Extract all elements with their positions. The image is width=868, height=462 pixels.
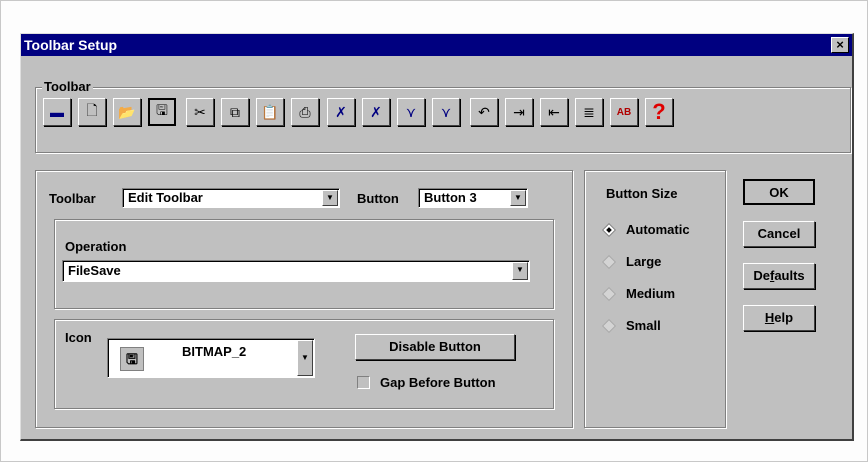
button-select-value: Button 3 [424, 190, 477, 205]
list-glyph: ≣ [583, 103, 595, 120]
curve-edit-2-glyph: ✗ [370, 103, 382, 120]
paste-icon[interactable]: 📋 [256, 98, 284, 126]
tape-icon[interactable]: ▬ [43, 98, 71, 126]
gap-before-button-label: Gap Before Button [380, 375, 496, 390]
printer-icon[interactable]: ⎙ [291, 98, 319, 126]
radio-button[interactable] [601, 254, 617, 269]
scissors-icon[interactable]: ✂ [186, 98, 214, 126]
button-size-label: Button Size [606, 186, 678, 201]
help-question-icon[interactable]: ? [645, 98, 673, 126]
toolbar-select-value: Edit Toolbar [128, 190, 203, 205]
window-title: Toolbar Setup [24, 37, 118, 53]
radio-medium[interactable]: Medium [601, 286, 676, 301]
undo-icon[interactable]: ↶ [470, 98, 498, 126]
chevron-down-icon[interactable]: ▼ [322, 190, 338, 206]
indent-icon[interactable]: ⇥ [505, 98, 533, 126]
copy-glyph: ⧉ [230, 103, 240, 120]
binary-ab-icon[interactable]: AB [610, 98, 638, 126]
close-icon: × [836, 37, 844, 52]
undo-glyph: ↶ [478, 103, 490, 120]
defaults-button[interactable]: Defaults [743, 263, 815, 289]
radio-label: Automatic [626, 222, 690, 237]
open-folder-icon[interactable]: 📂 [113, 98, 141, 126]
button-select-label: Button [357, 191, 399, 206]
close-button[interactable]: × [831, 37, 849, 53]
button-select[interactable]: Button 3 ▼ [418, 188, 528, 208]
ok-button-label: OK [769, 185, 789, 200]
open-folder-glyph: 📂 [118, 103, 136, 120]
help-button[interactable]: Help [743, 305, 815, 331]
title-bar: Toolbar Setup × [21, 34, 852, 56]
curve-edit-glyph: ✗ [335, 103, 347, 120]
line-fit-glyph: ⋎ [405, 103, 417, 120]
icon-select-value: BITMAP_2 [182, 344, 247, 359]
indent-glyph: ⇥ [513, 103, 525, 120]
list-icon[interactable]: ≣ [575, 98, 603, 126]
cancel-button[interactable]: Cancel [743, 221, 815, 247]
binary-ab-glyph: AB [616, 106, 632, 118]
radio-button[interactable] [601, 286, 617, 301]
floppy-save-icon[interactable]: 🖫 [148, 98, 176, 126]
radio-label: Small [626, 318, 661, 333]
line-fit-icon[interactable]: ⋎ [397, 98, 425, 126]
checkbox-box[interactable] [357, 376, 370, 389]
disable-button[interactable]: Disable Button [355, 334, 515, 360]
gap-before-button-checkbox[interactable]: Gap Before Button [357, 375, 496, 390]
toolbar-select-label: Toolbar [49, 191, 96, 206]
operation-label: Operation [65, 239, 127, 254]
help-button-label: Help [764, 310, 794, 325]
new-file-icon[interactable]: 🗋 [78, 98, 106, 126]
floppy-save-glyph: 🖫 [156, 102, 168, 118]
operation-select-value: FileSave [68, 263, 121, 278]
radio-label: Medium [626, 286, 676, 301]
toolbar-group-label: Toolbar [42, 79, 93, 94]
scissors-glyph: ✂ [194, 103, 206, 120]
toolbar-setup-dialog: Toolbar Setup × Toolbar ▬ 🗋 📂 🖫 ✂ ⧉ 📋 ⎙ ✗ ✗ ⋎ ⋎ ↶ ⇥ ⇤ ≣… [20, 33, 854, 441]
radio-small[interactable]: Small [601, 318, 661, 333]
tape-glyph: ▬ [50, 104, 64, 120]
ok-button[interactable]: OK [743, 179, 815, 205]
outdent-icon[interactable]: ⇤ [540, 98, 568, 126]
toolbar-select[interactable]: Edit Toolbar ▼ [122, 188, 340, 208]
floppy-save-icon: 🖫 [120, 346, 144, 371]
icon-label: Icon [65, 330, 92, 345]
cancel-button-label: Cancel [757, 226, 801, 241]
radio-button[interactable] [601, 222, 617, 237]
help-question-glyph: ? [652, 99, 666, 124]
icon-select[interactable]: 🖫 BITMAP_2 ▼ [107, 338, 315, 378]
curve-edit-2-icon[interactable]: ✗ [362, 98, 390, 126]
new-file-glyph: 🗋 [86, 102, 98, 118]
radio-large[interactable]: Large [601, 254, 662, 269]
operation-select[interactable]: FileSave ▼ [62, 260, 530, 282]
paste-glyph: 📋 [261, 103, 279, 120]
chevron-down-icon[interactable]: ▼ [510, 190, 526, 206]
line-fit-2-glyph: ⋎ [440, 103, 452, 120]
curve-edit-icon[interactable]: ✗ [327, 98, 355, 126]
outdent-glyph: ⇤ [548, 103, 560, 120]
printer-glyph: ⎙ [299, 103, 311, 120]
defaults-button-label: Defaults [753, 268, 805, 283]
chevron-down-icon[interactable]: ▼ [512, 262, 528, 280]
copy-icon[interactable]: ⧉ [221, 98, 249, 126]
radio-button[interactable] [601, 318, 617, 333]
radio-label: Large [626, 254, 662, 269]
chevron-down-icon[interactable]: ▼ [297, 340, 313, 376]
disable-button-label: Disable Button [389, 339, 481, 354]
radio-automatic[interactable]: Automatic [601, 222, 690, 237]
line-fit-2-icon[interactable]: ⋎ [432, 98, 460, 126]
